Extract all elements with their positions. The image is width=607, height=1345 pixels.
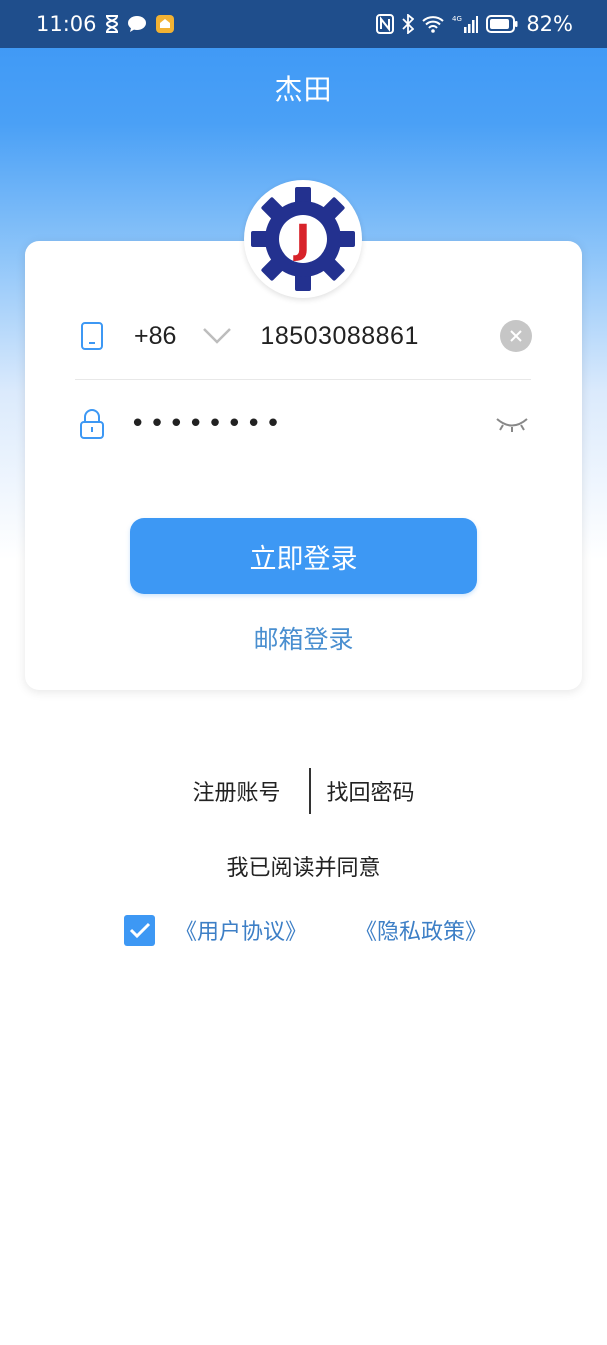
battery-percent: 82% [526, 12, 573, 36]
message-icon [127, 15, 147, 33]
password-input[interactable]: •••••••• [130, 409, 285, 439]
page-title: 杰田 [274, 73, 333, 106]
terms-row: 《用户协议》 《隐私政策》 [124, 914, 487, 946]
privacy-policy-link[interactable]: 《隐私政策》 [355, 914, 487, 946]
svg-text:4G: 4G [452, 15, 462, 23]
agreement-text: 我已阅读并同意 [226, 856, 381, 881]
clear-icon[interactable] [500, 320, 532, 352]
country-code-selector[interactable]: +86 [134, 322, 176, 351]
phone-input[interactable]: 18503088861 [260, 322, 418, 351]
phone-row: +86 18503088861 [50, 306, 532, 366]
nfc-icon [376, 14, 395, 34]
link-divider [308, 768, 311, 814]
user-agreement-link[interactable]: 《用户协议》 [175, 914, 307, 946]
recover-password-link[interactable]: 找回密码 [327, 775, 415, 807]
email-login-link[interactable]: 邮箱登录 [0, 620, 607, 656]
status-bar: 11:06 4G 82% [0, 0, 607, 48]
status-time: 11:06 [36, 12, 97, 36]
battery-icon [486, 15, 518, 33]
svg-text:J: J [293, 217, 311, 263]
company-logo: J [244, 180, 362, 298]
lock-icon [74, 406, 110, 442]
field-divider [75, 379, 531, 380]
account-links: 注册账号 找回密码 [0, 768, 607, 814]
login-button[interactable]: 立即登录 [130, 518, 477, 594]
phone-icon [74, 318, 110, 354]
password-row: •••••••• [50, 394, 532, 454]
bluetooth-icon [402, 14, 415, 34]
wifi-icon [422, 15, 444, 33]
eye-closed-icon[interactable] [494, 412, 530, 436]
chevron-down-icon[interactable] [202, 326, 232, 346]
agreement-checkbox[interactable] [124, 914, 155, 946]
hourglass-icon [105, 15, 119, 33]
signal-icon: 4G [452, 14, 479, 34]
app-notification-icon [155, 14, 175, 34]
checkmark-icon [129, 922, 150, 939]
register-link[interactable]: 注册账号 [192, 775, 280, 807]
